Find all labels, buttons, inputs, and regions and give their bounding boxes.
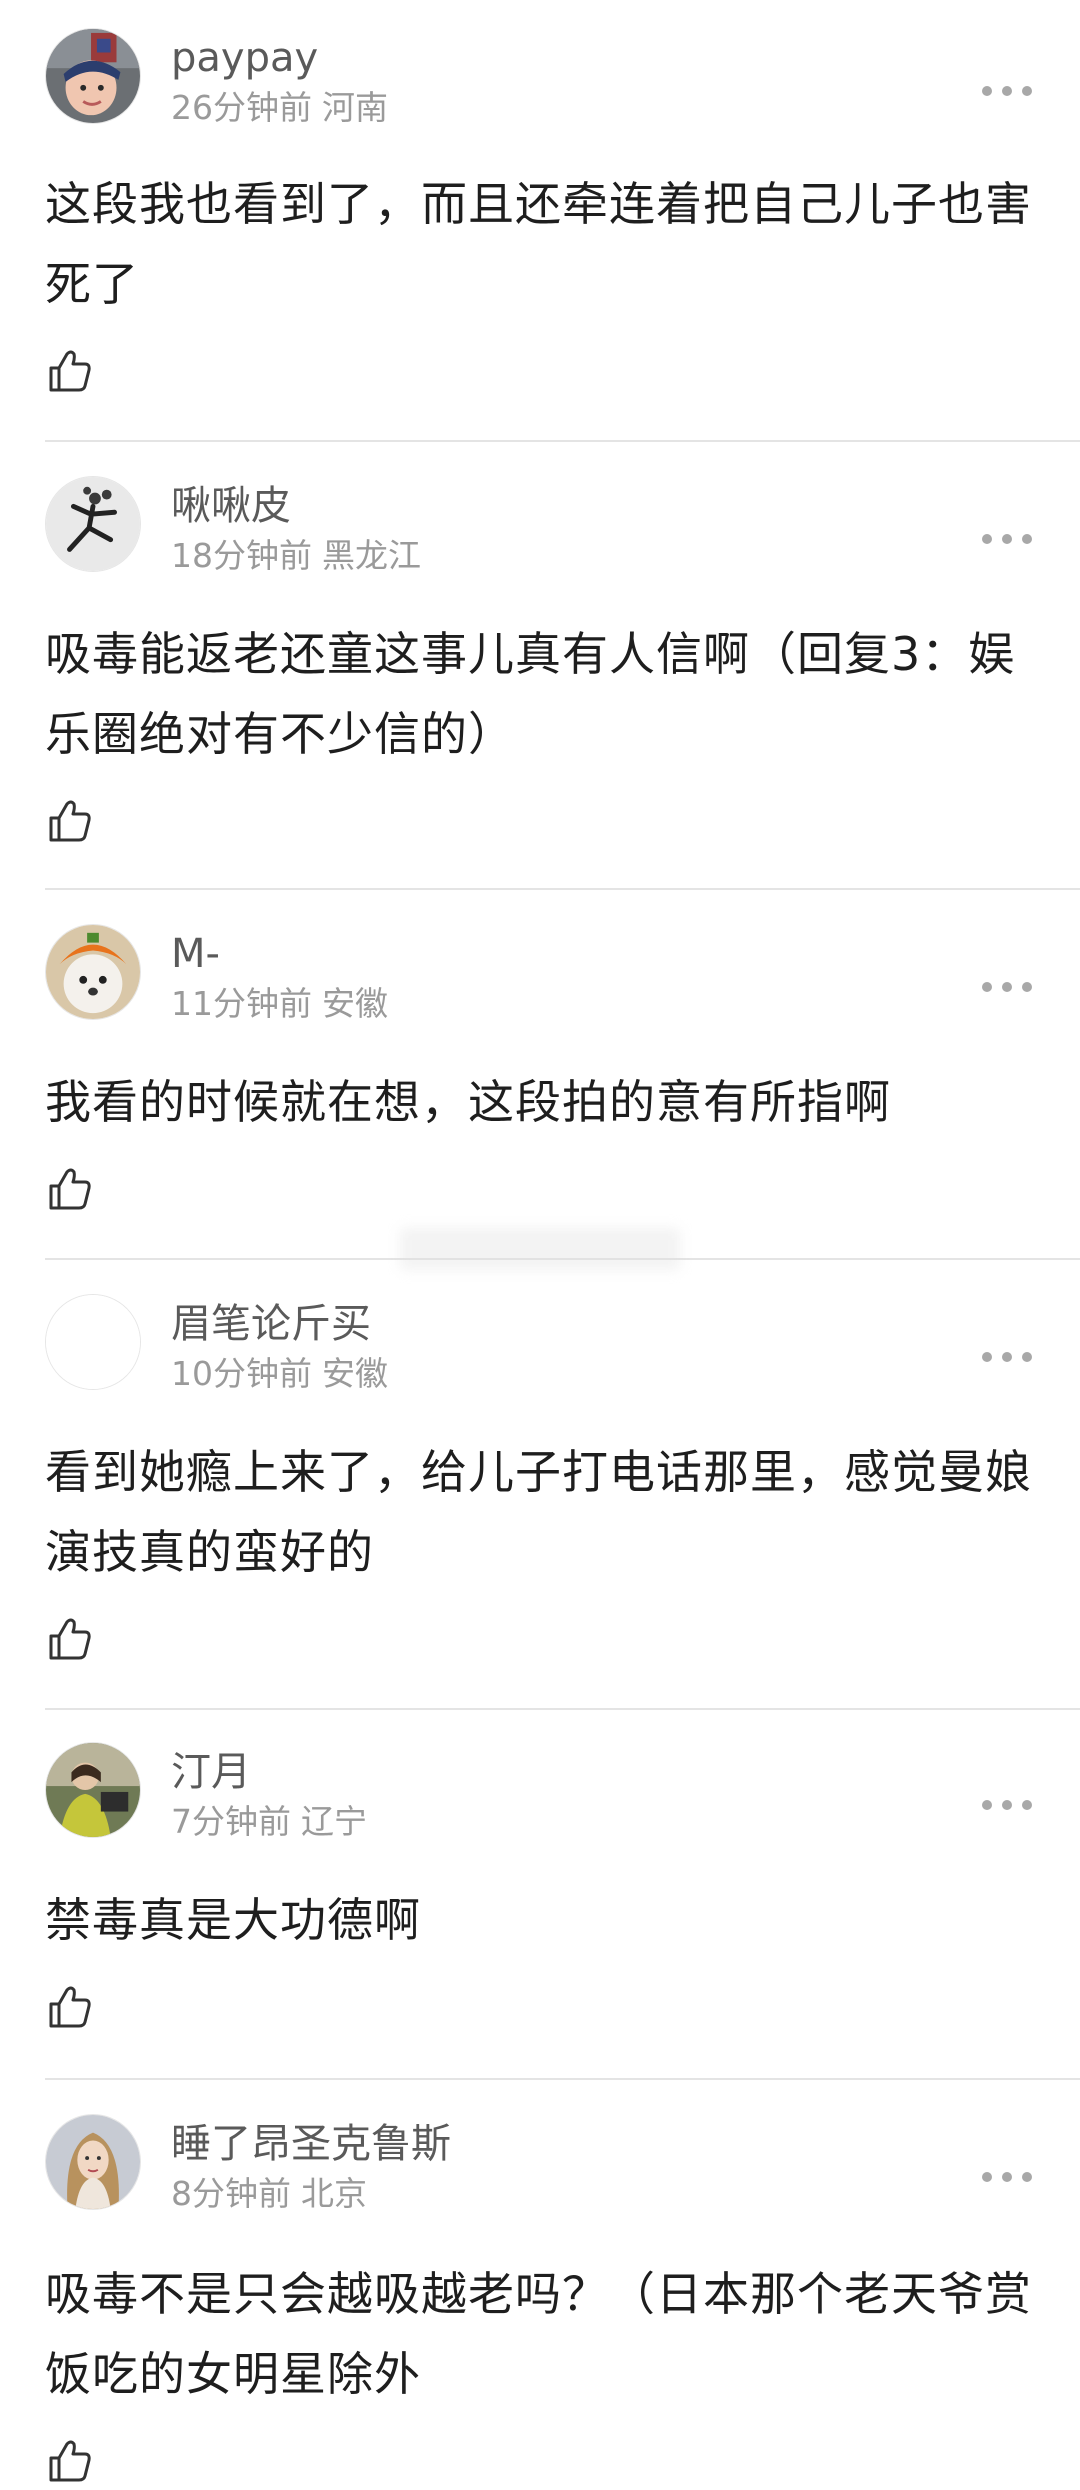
comment-item: M- 11分钟前 安徽 我看的时候就在想，这段拍的意有所指啊 — [0, 896, 1080, 1260]
comment-meta: 18分钟前 黑龙江 — [171, 536, 421, 576]
comment-time: 10分钟前 — [171, 1354, 312, 1393]
comment-time: 18分钟前 — [171, 536, 312, 575]
comment-text: 吸毒能返老还童这事儿真有人信啊（回复3：娱乐圈绝对有不少信的） — [45, 627, 1016, 761]
divider — [45, 1708, 1080, 1710]
avatar[interactable] — [45, 1742, 141, 1838]
comment-header: paypay 26分钟前 河南 — [45, 28, 1080, 128]
more-dots-icon[interactable] — [982, 1350, 1032, 1364]
comment-text: 禁毒真是大功德啊 — [45, 1893, 421, 1947]
avatar[interactable] — [45, 1294, 141, 1390]
comment-text: 这段我也看到了，而且还牵连着把自己儿子也害死了 — [45, 177, 1032, 311]
thumbs-up-icon[interactable] — [45, 1982, 95, 2032]
avatar[interactable] — [45, 28, 141, 124]
comment-location: 辽宁 — [301, 1802, 367, 1841]
comment-item: 睡了昂圣克鲁斯 8分钟前 北京 吸毒不是只会越吸越老吗？（日本那个老天爷赏饭吃的女… — [0, 2086, 1080, 2490]
comment-time: 11分钟前 — [171, 984, 312, 1023]
more-dots-icon[interactable] — [982, 2170, 1032, 2184]
comment-time: 7分钟前 — [171, 1802, 291, 1841]
comment-text: 看到她瘾上来了，给儿子打电话那里，感觉曼娘演技真的蛮好的 — [45, 1445, 1032, 1579]
comment-location: 河南 — [322, 88, 388, 127]
comment-item: paypay 26分钟前 河南 这段我也看到了，而且还牵连着把自己儿子也害死了 — [0, 0, 1080, 442]
username[interactable]: 眉笔论斤买 — [171, 1300, 371, 1348]
comment-item: 汀月 7分钟前 辽宁 禁毒真是大功德啊 — [0, 1714, 1080, 2080]
comment-location: 黑龙江 — [322, 536, 421, 575]
divider — [45, 440, 1080, 442]
comment-header: M- 11分钟前 安徽 — [45, 924, 1080, 1024]
divider — [45, 888, 1080, 890]
comment-time: 26分钟前 — [171, 88, 312, 127]
thumbs-up-icon[interactable] — [45, 1164, 95, 1214]
username[interactable]: M- — [171, 930, 220, 978]
comment-text: 我看的时候就在想，这段拍的意有所指啊 — [45, 1075, 891, 1129]
more-dots-icon[interactable] — [982, 980, 1032, 994]
comment-header: 睡了昂圣克鲁斯 8分钟前 北京 — [45, 2114, 1080, 2214]
more-dots-icon[interactable] — [982, 1798, 1032, 1812]
comment-meta: 10分钟前 安徽 — [171, 1354, 388, 1394]
avatar[interactable] — [45, 924, 141, 1020]
comment-meta: 11分钟前 安徽 — [171, 984, 388, 1024]
comment-header: 眉笔论斤买 10分钟前 安徽 — [45, 1294, 1080, 1394]
divider — [45, 2078, 1080, 2080]
more-dots-icon[interactable] — [982, 84, 1032, 98]
comment-meta: 7分钟前 辽宁 — [171, 1802, 367, 1842]
comment-header: 啾啾皮 18分钟前 黑龙江 — [45, 476, 1080, 576]
faint-watermark — [400, 1228, 680, 1270]
thumbs-up-icon[interactable] — [45, 2436, 95, 2486]
comment-location: 安徽 — [322, 1354, 388, 1393]
comment-location: 安徽 — [322, 984, 388, 1023]
thumbs-up-icon[interactable] — [45, 796, 95, 846]
username[interactable]: 睡了昂圣克鲁斯 — [171, 2120, 451, 2168]
comment-location: 北京 — [301, 2174, 367, 2213]
username[interactable]: 啾啾皮 — [171, 482, 291, 530]
comment-text: 吸毒不是只会越吸越老吗？（日本那个老天爷赏饭吃的女明星除外 — [45, 2267, 1032, 2401]
avatar[interactable] — [45, 2114, 141, 2210]
thumbs-up-icon[interactable] — [45, 346, 95, 396]
username[interactable]: paypay — [171, 34, 318, 82]
comment-item: 啾啾皮 18分钟前 黑龙江 吸毒能返老还童这事儿真有人信啊（回复3：娱乐圈绝对有不… — [0, 448, 1080, 890]
comment-meta: 8分钟前 北京 — [171, 2174, 367, 2214]
comment-item: 眉笔论斤买 10分钟前 安徽 看到她瘾上来了，给儿子打电话那里，感觉曼娘演技真的蛮… — [0, 1266, 1080, 1710]
comment-meta: 26分钟前 河南 — [171, 88, 388, 128]
thumbs-up-icon[interactable] — [45, 1614, 95, 1664]
avatar[interactable] — [45, 476, 141, 572]
comment-time: 8分钟前 — [171, 2174, 291, 2213]
username[interactable]: 汀月 — [171, 1748, 251, 1796]
more-dots-icon[interactable] — [982, 532, 1032, 546]
comment-header: 汀月 7分钟前 辽宁 — [45, 1742, 1080, 1842]
